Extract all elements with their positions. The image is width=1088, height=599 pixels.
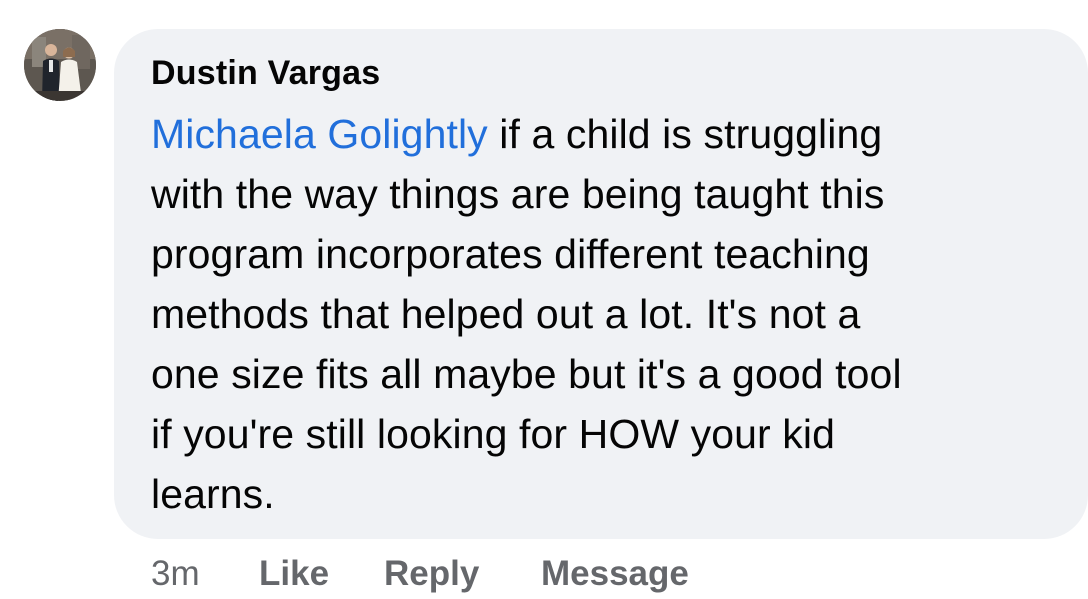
- avatar[interactable]: [24, 29, 96, 101]
- comment-line: one size fits all maybe but it's a good …: [151, 351, 902, 397]
- comment-line: if you're still looking for HOW your kid: [151, 411, 835, 457]
- comment-line: methods that helped out a lot. It's not …: [151, 291, 861, 337]
- comment-line-text: if a child is struggling: [487, 111, 883, 157]
- comment-line: Michaela Golightly if a child is struggl…: [151, 104, 1061, 164]
- comment-timestamp[interactable]: 3m: [151, 554, 200, 594]
- comment-line: program incorporates different teaching: [151, 231, 870, 277]
- comment-line: learns.: [151, 471, 275, 517]
- like-button[interactable]: Like: [259, 554, 329, 594]
- comment-author[interactable]: Dustin Vargas: [151, 54, 380, 93]
- comment-text: Michaela Golightly if a child is struggl…: [151, 104, 1061, 524]
- reply-button[interactable]: Reply: [384, 554, 479, 594]
- comment-line: with the way things are being taught thi…: [151, 171, 885, 217]
- avatar-photo: [24, 29, 96, 101]
- message-button[interactable]: Message: [541, 554, 689, 594]
- mention-link[interactable]: Michaela Golightly: [151, 111, 488, 157]
